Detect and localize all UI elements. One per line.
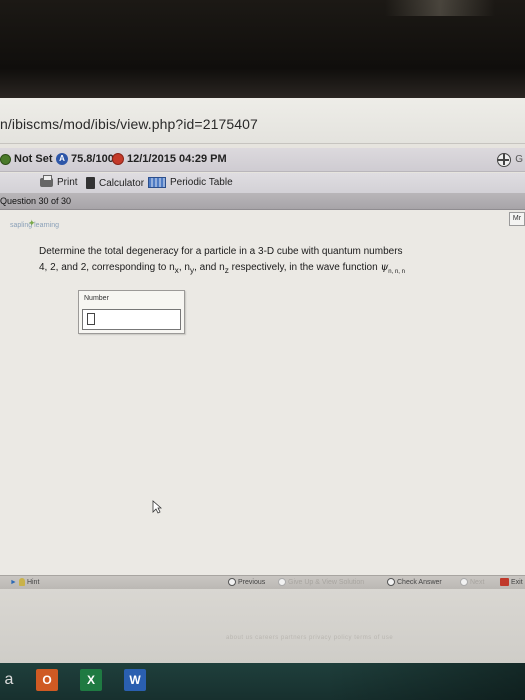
check-answer-label: Check Answer [397, 578, 442, 586]
footer-links[interactable]: about us careers partners privacy policy… [226, 635, 393, 641]
next-arrow-icon [460, 578, 468, 586]
answer-label: Number [84, 295, 109, 302]
tools-bar: Print Calculator Periodic Table [0, 173, 525, 193]
give-up-button[interactable]: Give Up & View Solution [278, 578, 364, 586]
taskbar-office-icon[interactable]: O [36, 669, 58, 691]
assignment-status-bar: Not Set A 75.8/100 12/1/2015 04:29 PM G [0, 148, 525, 172]
taskbar-shade [325, 663, 525, 700]
answer-box: Number [78, 290, 185, 334]
monitor-bezel [0, 0, 525, 98]
next-button[interactable]: Next [460, 578, 484, 586]
url-text[interactable]: n/ibiscms/mod/ibis/view.php?id=2175407 [0, 116, 258, 132]
due-date-status: 12/1/2015 04:29 PM [112, 153, 227, 165]
os-taskbar: a O X W [0, 663, 525, 700]
exit-label: Exit [511, 578, 523, 586]
print-label: Print [57, 177, 78, 188]
address-bar[interactable]: n/ibiscms/mod/ibis/view.php?id=2175407 [0, 98, 525, 144]
previous-button[interactable]: Previous [228, 578, 265, 586]
hint-button[interactable]: ► Hint [10, 578, 39, 586]
not-set-label: Not Set [14, 153, 53, 165]
periodic-table-label: Periodic Table [170, 177, 233, 188]
not-set-status: Not Set [0, 153, 53, 165]
question-counter: Question 30 of 30 [0, 196, 72, 206]
calculator-icon [86, 177, 95, 189]
next-label: Next [470, 578, 485, 586]
question-text: Determine the total degeneracy for a par… [39, 244, 459, 280]
bulb-icon [18, 578, 25, 586]
taskbar-app-a[interactable]: a [2, 669, 16, 691]
give-up-icon [278, 578, 286, 586]
exit-icon [500, 578, 509, 586]
check-answer-button[interactable]: Check Answer [387, 578, 442, 586]
question-nav-bar: Question 30 of 30 [0, 193, 525, 210]
question-content: ✦ sapling learning Mr Determine the tota… [0, 210, 525, 575]
calculator-button[interactable]: Calculator [86, 177, 144, 189]
periodic-table-button[interactable]: Periodic Table [148, 177, 233, 188]
screen-glare [385, 0, 495, 16]
printer-icon [40, 175, 53, 187]
right-cutoff-letter: G [515, 154, 523, 165]
check-icon [387, 578, 395, 586]
periodic-table-icon [148, 177, 166, 188]
calculator-label: Calculator [99, 177, 145, 189]
question-line-1: Determine the total degeneracy for a par… [39, 246, 403, 257]
leaf-icon: ✦ [28, 218, 36, 228]
previous-arrow-icon [228, 578, 236, 586]
mouse-cursor-icon [152, 500, 162, 514]
status-dot-icon [0, 153, 11, 165]
more-tab[interactable]: Mr [509, 212, 525, 226]
give-up-label: Give Up & View Solution [288, 578, 365, 586]
score-value: 75.8/100 [71, 153, 114, 165]
due-date-value: 12/1/2015 04:29 PM [127, 153, 227, 165]
exit-button[interactable]: Exit [500, 578, 523, 586]
psi-subscript: n, n, n [388, 269, 405, 275]
taskbar-excel-icon[interactable]: X [80, 669, 102, 691]
score-icon: A [56, 153, 68, 165]
print-button[interactable]: Print [40, 175, 78, 188]
number-input[interactable] [82, 309, 181, 330]
question-line-2: 4, 2, and 2, corresponding to nx, ny, an… [39, 262, 405, 275]
question-controls-bar: ► Hint Previous Give Up & View Solution … [0, 575, 525, 589]
score-status: A 75.8/100 [56, 153, 114, 165]
page-footer: about us careers partners privacy policy… [0, 589, 525, 663]
hint-label: Hint [26, 578, 40, 586]
sapling-logo: ✦ sapling learning [10, 218, 59, 229]
clock-icon [112, 153, 124, 165]
hint-arrow-icon: ► [10, 578, 17, 586]
previous-label: Previous [238, 578, 266, 586]
browser-screen: n/ibiscms/mod/ibis/view.php?id=2175407 N… [0, 98, 525, 663]
globe-icon[interactable] [497, 153, 511, 167]
taskbar-word-icon[interactable]: W [124, 669, 146, 691]
